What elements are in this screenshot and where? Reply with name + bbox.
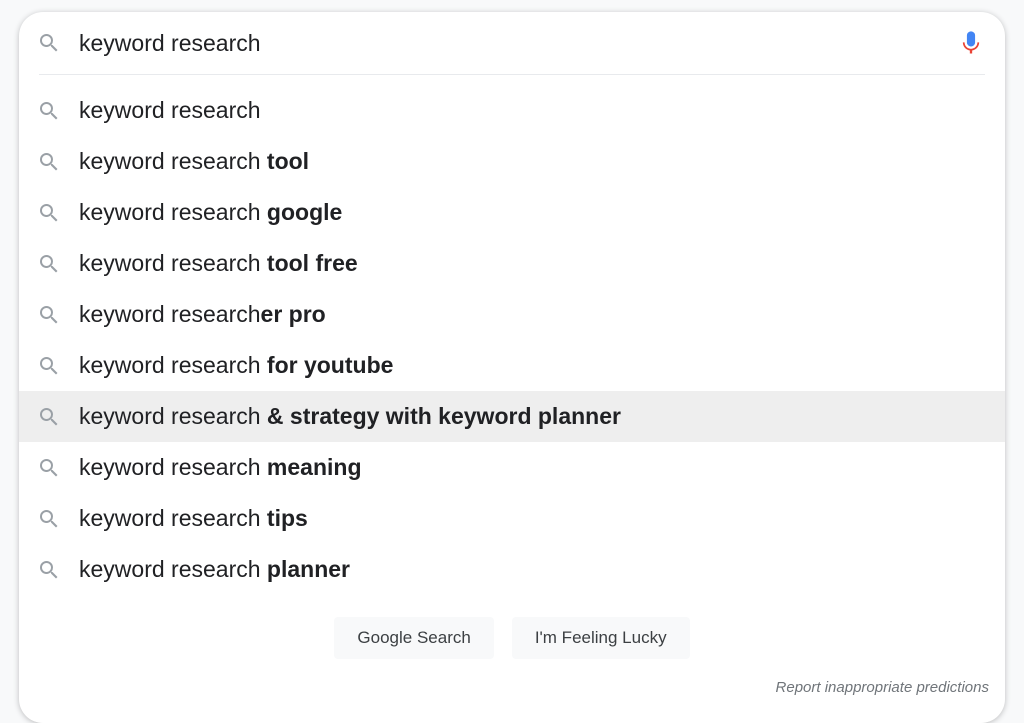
suggestion-text: keyword research & strategy with keyword…	[79, 402, 621, 432]
suggestion-text: keyword research meaning	[79, 453, 362, 483]
suggestion-text: keyword research planner	[79, 555, 350, 585]
search-input[interactable]	[79, 30, 957, 57]
suggestion-text: keyword research	[79, 96, 261, 126]
suggestions-list: keyword research keyword research tool key…	[19, 75, 1005, 595]
search-dropdown-container: keyword research keyword research tool key…	[19, 12, 1005, 723]
suggestion-text: keyword research for youtube	[79, 351, 393, 381]
suggestion-text: keyword research google	[79, 198, 342, 228]
suggestion-item[interactable]: keyword research tips	[19, 493, 1005, 544]
suggestion-item[interactable]: keyword research & strategy with keyword…	[19, 391, 1005, 442]
suggestion-item[interactable]: keyword research for youtube	[19, 340, 1005, 391]
report-predictions-link[interactable]: Report inappropriate predictions	[19, 679, 1005, 704]
search-icon	[37, 456, 61, 480]
mic-icon[interactable]	[957, 29, 985, 57]
buttons-row: Google Search I'm Feeling Lucky	[19, 595, 1005, 679]
suggestion-item[interactable]: keyword researcher pro	[19, 289, 1005, 340]
search-icon	[37, 303, 61, 327]
suggestion-item[interactable]: keyword research	[19, 85, 1005, 136]
suggestion-item[interactable]: keyword research tool	[19, 136, 1005, 187]
suggestion-text: keyword researcher pro	[79, 300, 326, 330]
suggestion-item[interactable]: keyword research meaning	[19, 442, 1005, 493]
suggestion-text: keyword research tool free	[79, 249, 358, 279]
google-search-button[interactable]: Google Search	[334, 617, 493, 659]
search-icon	[37, 201, 61, 225]
search-icon	[37, 558, 61, 582]
search-icon	[37, 252, 61, 276]
suggestion-item[interactable]: keyword research tool free	[19, 238, 1005, 289]
search-icon	[37, 99, 61, 123]
suggestion-text: keyword research tips	[79, 504, 308, 534]
search-icon	[37, 354, 61, 378]
suggestion-text: keyword research tool	[79, 147, 309, 177]
search-icon	[37, 31, 61, 55]
suggestion-item[interactable]: keyword research google	[19, 187, 1005, 238]
feeling-lucky-button[interactable]: I'm Feeling Lucky	[512, 617, 690, 659]
search-icon	[37, 507, 61, 531]
search-icon	[37, 150, 61, 174]
search-icon	[37, 405, 61, 429]
search-input-row	[19, 12, 1005, 74]
suggestion-item[interactable]: keyword research planner	[19, 544, 1005, 595]
